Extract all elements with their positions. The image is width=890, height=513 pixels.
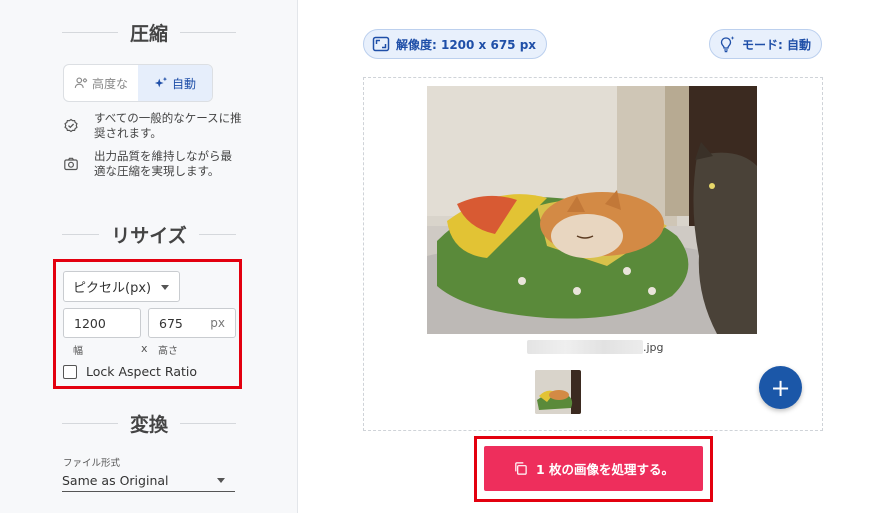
file-format-select[interactable]: Same as Original [62, 470, 235, 492]
feature-recommended: すべての一般的なケースに推奨されます。 [62, 111, 242, 141]
resolution-chip[interactable]: 解像度: 1200 x 675 px [363, 29, 548, 59]
process-button-label: 1 枚の画像を処理する。 [535, 462, 675, 477]
feature-quality: 出力品質を維持しながら最適な圧縮を実現します。 [62, 149, 242, 179]
file-format-label: ファイル形式 [63, 458, 121, 469]
resize-title: リサイズ [111, 224, 187, 247]
compression-section-title: 圧縮 [62, 20, 237, 45]
divider [62, 422, 118, 424]
dimension-separator: x [141, 342, 148, 355]
feature-quality-text: 出力品質を維持しながら最適な圧縮を実現します。 [94, 149, 232, 178]
verified-badge-icon [64, 118, 78, 133]
file-format-value: Same as Original [62, 473, 169, 488]
image-thumbnail[interactable] [535, 370, 581, 414]
mode-advanced-button[interactable]: 高度な [64, 65, 138, 101]
process-images-button[interactable]: 1 枚の画像を処理する。 [484, 446, 703, 491]
advanced-user-icon [74, 77, 88, 88]
height-value: 675 [159, 315, 183, 331]
sparkle-icon [154, 76, 168, 88]
mode-auto-label: 自動 [171, 76, 196, 91]
height-input[interactable]: 675 px [148, 308, 236, 338]
image-preview [427, 86, 757, 334]
compression-mode-toggle: 高度な 自動 [63, 64, 213, 102]
width-input[interactable]: 1200 [63, 308, 141, 338]
cat-photo-image [427, 86, 757, 334]
convert-title: 変換 [130, 413, 169, 436]
resize-section-title: リサイズ [62, 222, 236, 247]
copy-icon [515, 462, 527, 475]
resize-unit-select[interactable]: ピクセル(px) [63, 271, 180, 302]
divider [62, 233, 100, 235]
mode-chip[interactable]: モード: 自動 [709, 29, 822, 59]
feature-icon-wrap [62, 111, 80, 141]
convert-section-title: 変換 [62, 411, 237, 436]
resize-frame-icon [372, 36, 390, 52]
compression-title: 圧縮 [130, 22, 169, 45]
camera-icon [64, 157, 78, 171]
divider [180, 31, 237, 33]
resolution-text: 解像度: 1200 x 675 px [396, 37, 537, 52]
lightbulb-icon [720, 36, 735, 53]
lock-aspect-label: Lock Aspect Ratio [86, 364, 198, 379]
height-unit: px [210, 316, 225, 330]
feature-icon-wrap [62, 149, 80, 179]
app-root: 圧縮 高度な 自動 すべての一般的なケースに推奨されます。 出力品質を維持しなが… [0, 0, 890, 513]
file-name: .jpg [527, 339, 664, 355]
width-value: 1200 [74, 315, 106, 331]
width-label: 幅 [73, 346, 83, 357]
lock-aspect-ratio-checkbox[interactable]: Lock Aspect Ratio [63, 364, 197, 379]
file-extension: .jpg [643, 340, 664, 354]
height-label: 高さ [158, 346, 178, 357]
divider [180, 422, 237, 424]
settings-sidebar: 圧縮 高度な 自動 すべての一般的なケースに推奨されます。 出力品質を維持しなが… [0, 0, 298, 513]
plus-icon: + [770, 373, 791, 402]
resize-unit-value: ピクセル(px) [73, 281, 152, 296]
divider [62, 31, 118, 33]
mode-chip-text: モード: 自動 [742, 37, 811, 52]
mode-advanced-label: 高度な [91, 76, 128, 91]
thumbnail-image [535, 370, 581, 414]
chevron-down-icon [217, 478, 225, 483]
divider [198, 233, 236, 235]
blurred-filename [527, 340, 643, 354]
chevron-down-icon [161, 285, 169, 290]
mode-auto-button[interactable]: 自動 [138, 65, 212, 101]
checkbox-box[interactable] [63, 364, 77, 379]
feature-recommended-text: すべての一般的なケースに推奨されます。 [94, 111, 242, 140]
add-image-button[interactable]: + [759, 366, 802, 409]
